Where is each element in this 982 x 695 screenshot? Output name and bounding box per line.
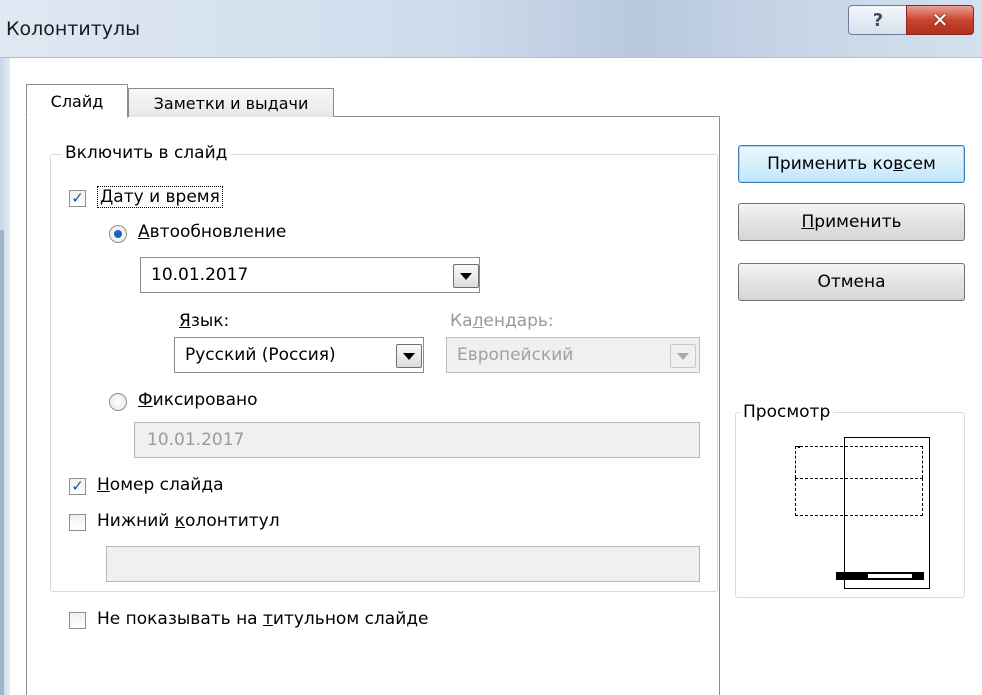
language-value: Русский (Россия) bbox=[185, 345, 336, 365]
slide-number-checkbox[interactable]: ✓ bbox=[69, 478, 86, 495]
hide-on-title-checkbox[interactable] bbox=[69, 612, 86, 629]
preview-date-placeholder bbox=[795, 446, 923, 478]
hide-on-title-label: Не показывать на титульном слайде bbox=[97, 609, 429, 629]
include-group-legend: Включить в слайд bbox=[62, 143, 231, 163]
calendar-select[interactable]: Европейский bbox=[446, 337, 700, 373]
close-icon: ✕ bbox=[931, 8, 949, 32]
tab-slide[interactable]: Слайд bbox=[26, 84, 128, 118]
chevron-down-icon bbox=[677, 352, 689, 360]
auto-update-label: Автообновление bbox=[138, 222, 287, 242]
fixed-label: Фиксировано bbox=[138, 390, 258, 410]
fixed-radio[interactable] bbox=[109, 393, 127, 411]
close-button[interactable]: ✕ bbox=[906, 5, 974, 35]
date-time-label[interactable]: Дату и время bbox=[97, 186, 223, 208]
preview-footer-placeholder bbox=[836, 572, 924, 580]
help-button[interactable]: ? bbox=[848, 5, 908, 35]
calendar-label: Календарь: bbox=[450, 311, 554, 331]
language-dropdown-button[interactable] bbox=[396, 344, 422, 368]
chevron-down-icon bbox=[403, 352, 415, 360]
chevron-down-icon bbox=[460, 272, 472, 280]
help-icon: ? bbox=[872, 9, 884, 31]
cancel-button[interactable]: Отмена bbox=[738, 263, 965, 301]
window-title: Колонтитулы bbox=[6, 18, 141, 40]
language-label: Язык: bbox=[179, 311, 230, 331]
title-bar: Колонтитулы ? ✕ bbox=[0, 0, 982, 58]
auto-date-format-select[interactable]: 10.01.2017 bbox=[140, 257, 480, 293]
radio-selected-dot bbox=[114, 230, 122, 238]
calendar-dropdown-button[interactable] bbox=[670, 344, 696, 368]
language-select[interactable]: Русский (Россия) bbox=[174, 337, 424, 373]
fixed-date-input[interactable]: 10.01.2017 bbox=[134, 422, 700, 458]
slide-number-label: Номер слайда bbox=[97, 475, 224, 495]
auto-date-dropdown-button[interactable] bbox=[453, 264, 479, 288]
footer-label: Нижний колонтитул bbox=[97, 511, 280, 531]
preview-legend: Просмотр bbox=[740, 402, 834, 422]
window-left-border bbox=[0, 230, 4, 695]
calendar-value: Европейский bbox=[457, 345, 574, 365]
fixed-date-value: 10.01.2017 bbox=[147, 430, 245, 450]
footer-text-input[interactable] bbox=[106, 546, 700, 582]
date-time-checkbox[interactable]: ✓ bbox=[69, 190, 86, 207]
tab-notes-handouts[interactable]: Заметки и выдачи bbox=[128, 88, 334, 117]
apply-all-button[interactable]: Применить ко в сем bbox=[738, 145, 965, 183]
tab-notes-label: Заметки и выдачи bbox=[153, 93, 309, 113]
footer-checkbox[interactable] bbox=[69, 514, 86, 531]
preview-body-placeholder bbox=[795, 478, 923, 516]
auto-date-value: 10.01.2017 bbox=[151, 265, 249, 285]
check-icon: ✓ bbox=[71, 477, 84, 495]
auto-update-radio[interactable] bbox=[109, 225, 127, 243]
check-icon: ✓ bbox=[71, 189, 84, 207]
tab-slide-label: Слайд bbox=[50, 91, 104, 111]
apply-button[interactable]: Применить bbox=[738, 203, 965, 241]
